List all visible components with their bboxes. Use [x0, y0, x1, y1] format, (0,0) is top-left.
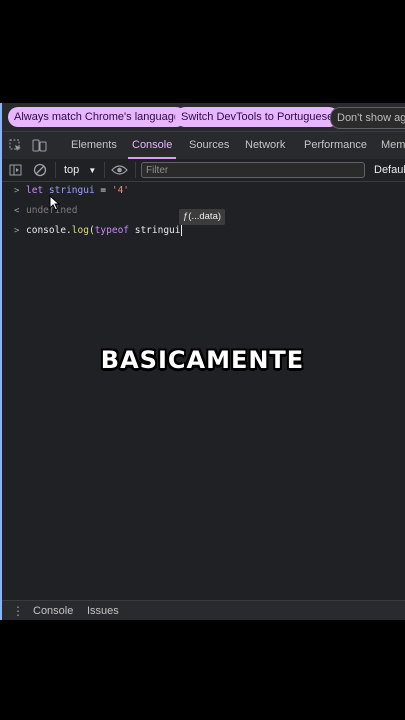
chevron-down-icon: ▼	[88, 166, 97, 175]
drawer-menu-icon[interactable]: ⋮	[12, 601, 24, 620]
device-toolbar-icon[interactable]	[32, 139, 47, 152]
tab-console[interactable]: Console	[128, 132, 177, 159]
match-language-button[interactable]: Always match Chrome's language	[8, 107, 186, 127]
toolbar-divider	[135, 162, 136, 178]
devtools-tabbar: Elements Console Sources Network Perform…	[2, 132, 405, 160]
language-infobar: Always match Chrome's language Switch De…	[2, 103, 405, 132]
result-arrow-icon: <	[14, 206, 20, 216]
context-label: top	[64, 164, 80, 176]
console-entry: > let stringui = '4'	[2, 182, 405, 200]
input-chevron-icon: >	[14, 186, 20, 196]
mouse-cursor-icon	[49, 195, 61, 211]
toolbar-divider	[104, 162, 105, 178]
clear-console-icon[interactable]	[33, 163, 47, 177]
autocomplete-tooltip: ƒ(...data)	[179, 209, 226, 225]
drawer-tab-console[interactable]: Console	[33, 601, 73, 620]
console-toolbar: top ▼ Filter Defaul	[2, 159, 405, 182]
tab-sources[interactable]: Sources	[189, 132, 229, 159]
devtools-drawer: ⋮ Console Issues	[2, 600, 405, 620]
log-levels-dropdown[interactable]: Defaul	[374, 159, 405, 181]
drawer-tab-issues[interactable]: Issues	[87, 601, 119, 620]
dont-show-again-button[interactable]: Don't show aga	[330, 107, 405, 129]
eye-icon[interactable]	[111, 164, 128, 176]
tab-memory[interactable]: Mem	[381, 132, 405, 159]
context-selector[interactable]: top ▼	[64, 159, 96, 181]
inspect-element-icon[interactable]	[9, 139, 22, 152]
switch-language-button[interactable]: Switch DevTools to Portuguese	[175, 107, 340, 127]
filter-input[interactable]: Filter	[141, 162, 365, 178]
toolbar-divider	[55, 162, 56, 178]
sidebar-toggle-icon[interactable]	[9, 164, 22, 176]
console-output[interactable]: > let stringui = '4' < undefined > conso…	[2, 182, 405, 596]
text-caret	[180, 225, 182, 236]
tab-network[interactable]: Network	[245, 132, 285, 159]
tab-elements[interactable]: Elements	[71, 132, 117, 159]
prompt-chevron-icon: >	[14, 226, 20, 236]
tab-performance[interactable]: Performance	[304, 132, 367, 159]
video-caption: BASICAMENTE	[100, 346, 305, 374]
